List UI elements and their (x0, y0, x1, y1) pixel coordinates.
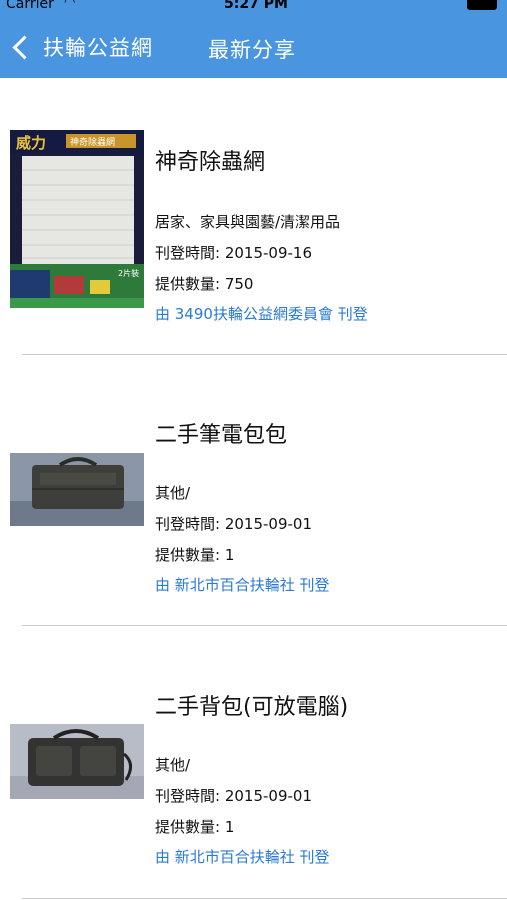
item-category: 居家、家具與園藝/清潔用品 (155, 213, 341, 231)
item-thumbnail (10, 724, 144, 799)
back-button[interactable]: 扶輪公益網 (10, 32, 153, 62)
wifi-icon: ◠ (64, 0, 76, 10)
qty-value: 750 (224, 275, 254, 293)
list-item[interactable]: 威力 神奇除蟲網 2片裝 神奇除蟲網 居家、家具與園藝/清潔用品 刊登時間: 2… (0, 78, 507, 355)
item-title: 神奇除蟲網 (155, 150, 266, 175)
date-label: 刊登時間: (155, 787, 221, 805)
item-separator (22, 625, 507, 626)
date-value: 2015-09-16 (224, 244, 313, 262)
item-poster-link[interactable]: 由 新北市百合扶輪社 刊登 (155, 574, 330, 595)
status-bar: Carrier ◠ 5:27 PM (0, 0, 507, 14)
item-poster-link[interactable]: 由 3490扶輪公益網委員會 刊登 (155, 303, 368, 324)
qty-value: 1 (224, 546, 235, 564)
date-value: 2015-09-01 (224, 787, 313, 805)
navigation-bar: 扶輪公益網 最新分享 (0, 14, 507, 78)
qty-label: 提供數量: (155, 818, 221, 836)
qty-label: 提供數量: (155, 275, 221, 293)
item-title: 二手筆電包包 (155, 423, 288, 448)
list-item[interactable]: 二手筆電包包 其他/ 刊登時間: 2015-09-01 提供數量: 1 由 新北… (0, 355, 507, 627)
item-separator (22, 898, 507, 899)
page-title: 最新分享 (208, 38, 296, 62)
date-label: 刊登時間: (155, 515, 221, 533)
date-value: 2015-09-01 (224, 515, 313, 533)
chevron-left-icon (12, 34, 37, 60)
qty-label: 提供數量: (155, 546, 221, 564)
item-date-row: 刊登時間: 2015-09-16 (155, 242, 312, 263)
item-date-row: 刊登時間: 2015-09-01 (155, 513, 312, 534)
item-thumbnail (10, 453, 144, 526)
item-qty-row: 提供數量: 1 (155, 816, 234, 837)
item-thumbnail: 威力 神奇除蟲網 2片裝 (10, 130, 144, 308)
thumb-brand-text: 威力 (16, 134, 47, 152)
item-title: 二手背包(可放電腦) (155, 695, 349, 720)
carrier-label: Carrier (6, 0, 54, 12)
back-button-label: 扶輪公益網 (43, 36, 153, 60)
item-qty-row: 提供數量: 750 (155, 273, 253, 294)
thumb-product-text: 神奇除蟲網 (70, 138, 116, 148)
list-item[interactable]: 二手背包(可放電腦) 其他/ 刊登時間: 2015-09-01 提供數量: 1 … (0, 627, 507, 900)
qty-value: 1 (224, 818, 235, 836)
item-category: 其他/ (155, 484, 191, 502)
status-time: 5:27 PM (224, 0, 288, 12)
item-poster-link[interactable]: 由 新北市百合扶輪社 刊登 (155, 846, 330, 867)
battery-icon (467, 0, 497, 10)
item-category: 其他/ (155, 756, 191, 774)
item-qty-row: 提供數量: 1 (155, 544, 234, 565)
item-date-row: 刊登時間: 2015-09-01 (155, 785, 312, 806)
thumb-sub-text: 2片裝 (118, 269, 140, 278)
date-label: 刊登時間: (155, 244, 221, 262)
